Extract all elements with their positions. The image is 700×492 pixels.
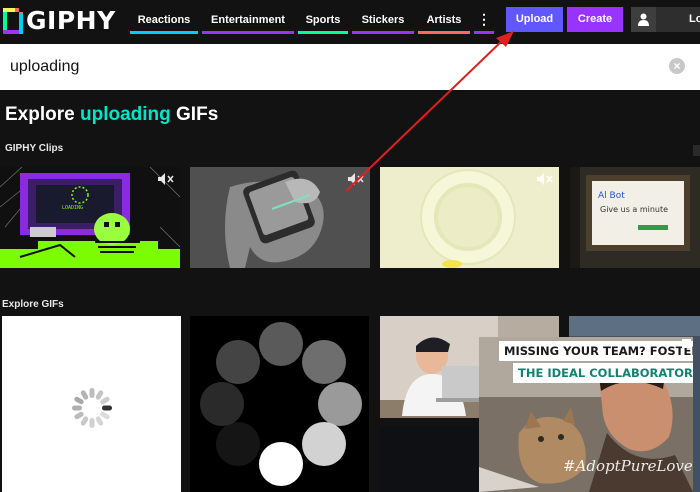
gifs-section-label: Explore GIFs [2,299,64,310]
loading-ring-image [380,167,559,268]
adopt-ad-banner[interactable]: MISSING YOUR TEAM? FOSTER THE IDEAL COLL… [479,337,693,492]
carousel-scroll-arrow[interactable] [693,145,700,156]
nav-reactions[interactable]: Reactions [130,7,198,34]
gif-tile-dot-spinner[interactable] [190,316,369,492]
dot-spinner-image [200,322,362,486]
user-name: Lo [689,13,700,25]
clip-tile-ghost-phone[interactable] [190,167,370,268]
skeleton-at-computer-image [0,167,180,268]
clip-tile-yellow-ring[interactable] [380,167,559,268]
upload-button[interactable]: Upload [506,7,563,32]
logo-text: GIPHY [26,6,116,35]
nav-sports[interactable]: Sports [298,7,348,34]
nav-entertainment[interactable]: Entertainment [202,7,294,34]
clips-section-label: GIPHY Clips [5,143,64,154]
ad-hashtag: #AdoptPureLove [563,457,693,475]
title-prefix: Explore [5,104,80,125]
user-avatar-icon [631,7,656,32]
clip-tile-sticky-note[interactable]: Al Bot Give us a minute [570,167,700,268]
mute-icon[interactable] [537,173,553,185]
spinner-icon [72,388,112,428]
nav-stickers[interactable]: Stickers [352,7,414,34]
close-circle-icon[interactable]: × [669,58,685,74]
giphy-page: GIPHY Reactions Entertainment Sports Sti… [0,0,700,492]
note-line2: Give us a minute [600,205,669,214]
page-title: Explore uploading GIFs [5,104,218,126]
note-on-wall-image [570,167,700,268]
giphy-logo-icon [3,7,23,34]
clip-tile-skeleton[interactable]: LOADING [0,167,180,268]
search-input[interactable] [10,56,650,78]
user-menu[interactable]: Lo [631,7,700,32]
category-nav: Reactions Entertainment Sports Stickers … [130,7,498,34]
ad-info-icon[interactable] [682,339,691,348]
ad-headline-1: MISSING YOUR TEAM? FOSTER [499,341,693,361]
more-menu-icon[interactable]: ⋮ [474,7,494,34]
clip-screen-text: LOADING [62,205,84,211]
title-suffix: GIFs [170,104,219,125]
title-keyword: uploading [79,104,171,125]
create-button[interactable]: Create [567,7,623,32]
search-bar [0,44,700,90]
note-line1: Al Bot [598,191,625,201]
ghost-with-phone-image [190,167,370,268]
mute-icon[interactable] [348,173,364,185]
top-header: GIPHY Reactions Entertainment Sports Sti… [0,0,700,40]
giphy-logo[interactable]: GIPHY [3,6,116,35]
ad-headline-2: THE IDEAL COLLABORATOR. [513,363,693,383]
mute-icon[interactable] [158,173,174,185]
nav-artists[interactable]: Artists [418,7,470,34]
gif-tile-white-spinner[interactable] [2,316,181,492]
